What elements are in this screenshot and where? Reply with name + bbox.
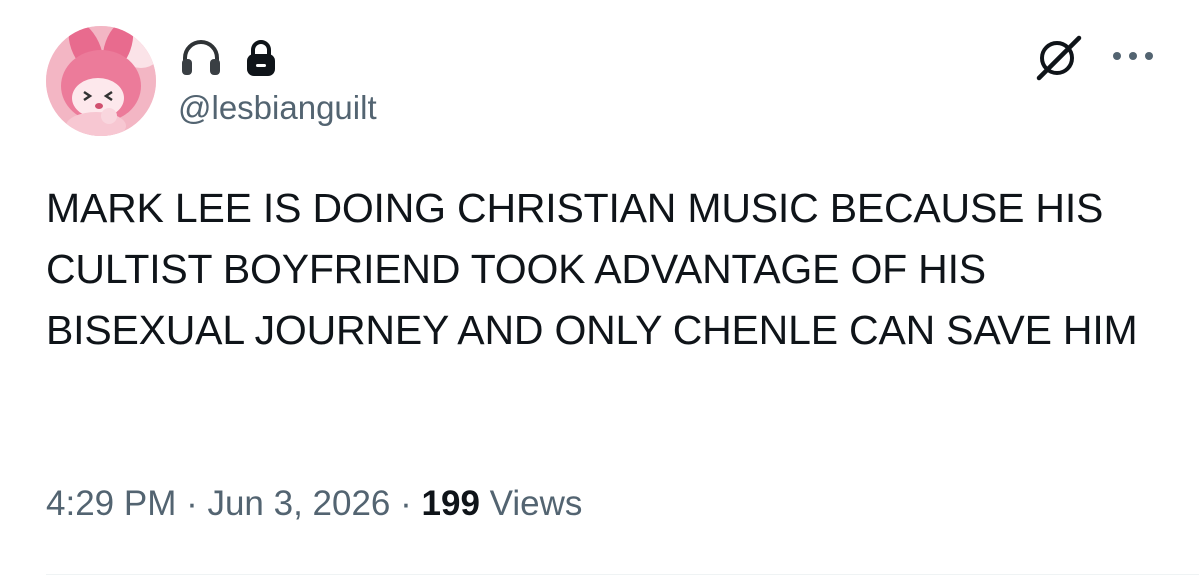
display-name-row bbox=[180, 38, 278, 78]
meta-separator: · bbox=[176, 484, 208, 523]
tweet-time[interactable]: 4:29 PM bbox=[46, 484, 176, 523]
divider bbox=[46, 574, 1199, 575]
pink-bunny-avatar-icon bbox=[46, 26, 156, 136]
tweet-top-actions bbox=[1033, 30, 1155, 82]
meta-separator: · bbox=[390, 484, 422, 523]
avatar[interactable] bbox=[46, 26, 156, 136]
tweet-text: MARK LEE IS DOING CHRISTIAN MUSIC BECAUS… bbox=[46, 185, 1138, 353]
tweet: @lesbianguilt MARK LEE IS DOING CHRISTIA… bbox=[0, 0, 1199, 577]
headphones-icon bbox=[180, 38, 222, 78]
tweet-date[interactable]: Jun 3, 2026 bbox=[207, 484, 390, 523]
user-handle[interactable]: @lesbianguilt bbox=[178, 86, 377, 130]
more-icon[interactable] bbox=[1111, 50, 1155, 62]
tweet-meta: 4:29 PM · Jun 3, 2026 · 199 Views bbox=[46, 480, 582, 528]
grok-icon[interactable] bbox=[1033, 30, 1085, 82]
views-count[interactable]: 199 bbox=[422, 484, 480, 523]
lock-icon bbox=[244, 38, 278, 78]
views-label: Views bbox=[479, 484, 583, 523]
